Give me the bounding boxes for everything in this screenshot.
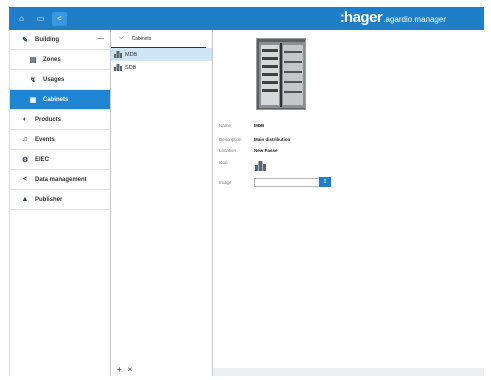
cabinet-icon: ▦	[29, 96, 37, 104]
sidebar-item-cabinets[interactable]: ▦ Cabinets	[10, 90, 110, 110]
user-icon: ▲	[21, 196, 29, 203]
sidebar: ✎ Building — ▤ Zones ↯ Usages ▦ Cabinets…	[9, 30, 111, 376]
status-strip	[213, 368, 484, 376]
sidebar-item-label: Zones	[43, 56, 61, 63]
add-button[interactable]: +	[117, 365, 122, 374]
home-icon[interactable]: ⌂	[14, 12, 29, 26]
remove-button[interactable]: ×	[128, 365, 133, 374]
location-value: New Passe	[254, 148, 278, 153]
building-icon	[114, 64, 122, 71]
cabinet-tree: ⌵ Cabinets MDB SDB + ×	[111, 30, 213, 376]
sidebar-item-label: Data management	[35, 176, 87, 183]
tree-header[interactable]: ⌵ Cabinets	[111, 30, 206, 48]
sidebar-item-label: Events	[35, 136, 55, 143]
sidebar-item-label: Products	[35, 116, 62, 123]
name-value: MDB	[254, 123, 265, 128]
image-label: Image	[219, 180, 232, 185]
location-label: Location	[219, 148, 237, 153]
sidebar-item-data-management[interactable]: < Data management	[10, 170, 110, 190]
products-icon: ◐	[22, 116, 28, 123]
chevron-down-icon[interactable]: ⌵	[119, 35, 124, 42]
icon-label: Icon	[219, 160, 228, 165]
share-icon: <	[22, 176, 28, 183]
screen-icon[interactable]: ▭	[33, 12, 48, 26]
sidebar-item-label: Cabinets	[43, 96, 69, 103]
tree-row-label: SDB	[125, 64, 137, 71]
tree-row-mdb[interactable]: MDB	[111, 48, 212, 61]
lightning-icon: ↯	[30, 76, 36, 84]
building-icon[interactable]	[255, 161, 266, 171]
sidebar-item-label: Building	[35, 36, 59, 43]
sidebar-item-publisher[interactable]: ▲ Publisher	[10, 190, 110, 210]
collapse-icon[interactable]: —	[98, 36, 104, 42]
tree-header-label: Cabinets	[131, 35, 152, 42]
sidebar-item-events[interactable]: ♫ Events	[10, 130, 110, 150]
sidebar-item-label: Usages	[43, 76, 65, 83]
sidebar-item-zones[interactable]: ▤ Zones	[10, 50, 110, 70]
image-field[interactable]	[254, 178, 320, 187]
top-bar: ⌂ ▭ < : hager .agardio.manager	[9, 7, 484, 30]
sidebar-item-products[interactable]: ◐ Products	[10, 110, 110, 130]
sidebar-item-usages[interactable]: ↯ Usages	[10, 70, 110, 90]
name-label: Name	[219, 123, 232, 128]
tree-row-sdb[interactable]: SDB	[111, 61, 212, 74]
brand-logo: : hager .agardio.manager	[339, 9, 446, 26]
tree-footer: + ×	[117, 365, 132, 374]
sidebar-item-label: EIEC	[35, 156, 50, 163]
cabinet-detail: Name MDB Description Main distribution L…	[213, 30, 484, 376]
tree-row-label: MDB	[125, 51, 138, 58]
wrench-icon: ✎	[22, 36, 28, 44]
sidebar-item-eiec[interactable]: ⚙ EIEC	[10, 150, 110, 170]
cabinet-photo-image	[257, 39, 305, 109]
description-value: Main distribution	[254, 137, 291, 142]
building-icon	[114, 51, 122, 58]
bell-icon: ♫	[22, 136, 28, 143]
cabinet-photo	[256, 38, 306, 110]
zones-icon: ▤	[29, 56, 37, 64]
upload-button[interactable]: ⇪	[319, 177, 331, 187]
gear-icon: ⚙	[21, 156, 29, 164]
share-icon[interactable]: <	[52, 11, 67, 26]
sidebar-item-building[interactable]: ✎ Building —	[10, 30, 110, 50]
sidebar-item-label: Publisher	[35, 196, 63, 203]
description-label: Description	[219, 137, 242, 142]
